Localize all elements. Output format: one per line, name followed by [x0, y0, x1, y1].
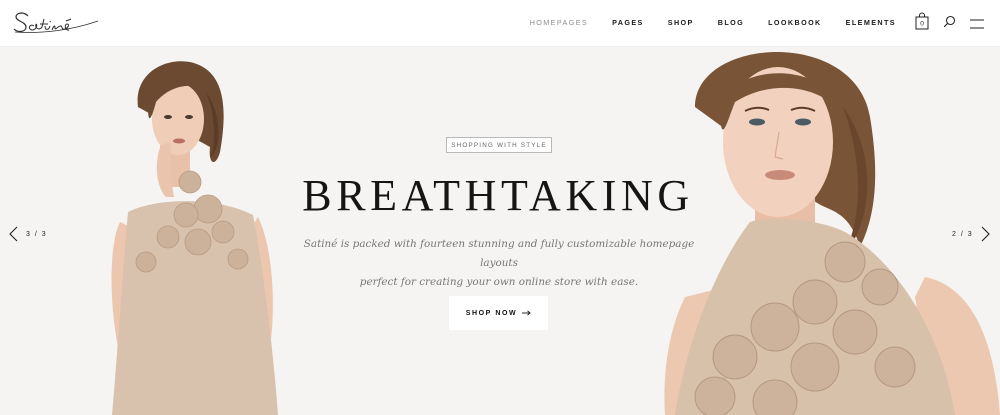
- hamburger-menu-icon[interactable]: [970, 16, 984, 29]
- logo[interactable]: [12, 8, 108, 36]
- nav-pages[interactable]: PAGES: [612, 18, 644, 27]
- next-slide-counter: 2 / 3: [952, 230, 974, 238]
- arrow-right-icon: [522, 310, 531, 316]
- prev-slide-counter: 3 / 3: [26, 230, 48, 238]
- chevron-left-icon: [9, 226, 18, 242]
- slide-description: Satiné is packed with fourteen stunning …: [294, 235, 704, 292]
- hero-slider: SHOPPING WITH STYLE BREATHTAKING Satiné …: [0, 47, 1000, 415]
- nav-homepages[interactable]: HOMEPAGES: [530, 18, 588, 27]
- nav-blog[interactable]: BLOG: [718, 18, 744, 27]
- shopping-bag-icon[interactable]: 0: [915, 12, 929, 30]
- shop-now-label: SHOP NOW: [465, 309, 518, 317]
- model-image-right: [664, 52, 1000, 415]
- nav-elements[interactable]: ELEMENTS: [846, 18, 896, 27]
- model-image-left: [111, 61, 278, 415]
- chevron-right-icon: [981, 226, 990, 242]
- shop-now-button[interactable]: SHOP NOW: [449, 296, 548, 330]
- slide-headline: BREATHTAKING: [302, 171, 694, 220]
- slider-prev-button[interactable]: 3 / 3: [9, 226, 47, 242]
- slide-description-line-1: Satiné is packed with fourteen stunning …: [303, 238, 695, 269]
- main-nav: HOMEPAGES PAGES SHOP BLOG LOOKBOOK ELEME…: [506, 0, 896, 44]
- nav-shop[interactable]: SHOP: [668, 18, 694, 27]
- nav-lookbook[interactable]: LOOKBOOK: [768, 18, 822, 27]
- slide-eyebrow-label: SHOPPING WITH STYLE: [446, 137, 552, 153]
- site-header: HOMEPAGES PAGES SHOP BLOG LOOKBOOK ELEME…: [0, 0, 1000, 47]
- cart-count: 0: [920, 21, 924, 28]
- slide-description-line-2: perfect for creating your own online sto…: [359, 276, 639, 288]
- slider-next-button[interactable]: 2 / 3: [952, 226, 990, 242]
- search-icon[interactable]: [943, 15, 956, 28]
